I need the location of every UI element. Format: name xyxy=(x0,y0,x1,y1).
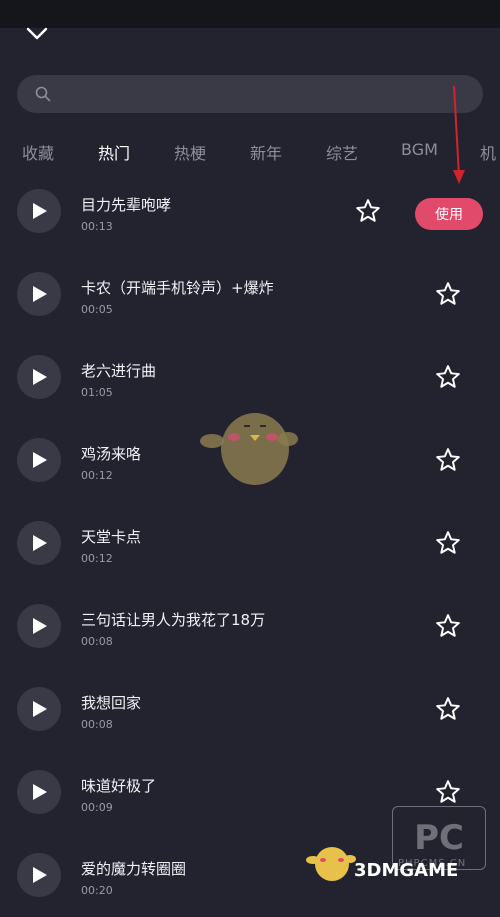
play-button[interactable] xyxy=(17,438,61,482)
tab-more[interactable]: 机 xyxy=(480,140,496,164)
use-button[interactable]: 使用 xyxy=(415,198,483,230)
star-icon[interactable] xyxy=(435,447,461,473)
play-icon xyxy=(33,452,47,468)
play-icon xyxy=(33,701,47,717)
chevron-down-icon xyxy=(26,27,48,40)
song-duration: 00:08 xyxy=(81,718,113,731)
star-icon[interactable] xyxy=(435,696,461,722)
song-title: 鸡汤来咯 xyxy=(81,445,142,463)
song-title: 三句话让男人为我花了18万 xyxy=(81,611,266,629)
song-duration: 00:13 xyxy=(81,220,113,233)
song-title: 卡农（开端手机铃声）+爆炸 xyxy=(81,279,274,297)
status-bar xyxy=(0,0,500,28)
song-duration: 00:09 xyxy=(81,801,113,814)
search-icon xyxy=(35,86,51,102)
tab-new-year[interactable]: 新年 xyxy=(250,140,282,164)
annotation-arrow xyxy=(453,85,465,184)
song-title: 目力先辈咆哮 xyxy=(81,196,172,214)
tab-favorites[interactable]: 收藏 xyxy=(22,140,54,164)
song-row[interactable]: 天堂卡点 00:12 xyxy=(0,502,500,585)
song-title: 老六进行曲 xyxy=(81,362,157,380)
song-row[interactable]: 卡农（开端手机铃声）+爆炸 00:05 xyxy=(0,253,500,336)
song-duration: 00:12 xyxy=(81,552,113,565)
song-row[interactable]: 我想回家 00:08 xyxy=(0,668,500,751)
song-duration: 00:05 xyxy=(81,303,113,316)
star-icon[interactable] xyxy=(435,364,461,390)
song-row[interactable]: 三句话让男人为我花了18万 00:08 xyxy=(0,585,500,668)
collapse-button[interactable] xyxy=(24,26,50,44)
play-icon xyxy=(33,203,47,219)
search-bar[interactable] xyxy=(17,75,483,115)
tab-bgm[interactable]: BGM xyxy=(401,140,438,159)
play-icon xyxy=(33,618,47,634)
play-icon xyxy=(33,867,47,883)
song-duration: 01:05 xyxy=(81,386,113,399)
song-title: 味道好极了 xyxy=(81,777,157,795)
play-button[interactable] xyxy=(17,189,61,233)
play-button[interactable] xyxy=(17,770,61,814)
play-button[interactable] xyxy=(17,604,61,648)
tab-hot[interactable]: 热门 xyxy=(98,140,130,164)
play-button[interactable] xyxy=(17,355,61,399)
song-duration: 00:20 xyxy=(81,884,113,897)
song-title: 天堂卡点 xyxy=(81,528,142,546)
3dm-mascot-icon xyxy=(306,847,356,881)
star-icon[interactable] xyxy=(355,198,381,224)
star-icon[interactable] xyxy=(435,613,461,639)
play-icon xyxy=(33,369,47,385)
song-duration: 00:12 xyxy=(81,469,113,482)
category-tabs: 收藏 热门 热梗 新年 综艺 BGM 机 xyxy=(0,130,500,170)
play-button[interactable] xyxy=(17,272,61,316)
song-title: 爱的魔力转圈圈 xyxy=(81,860,187,878)
star-icon[interactable] xyxy=(435,281,461,307)
play-button[interactable] xyxy=(17,853,61,897)
song-title: 我想回家 xyxy=(81,694,142,712)
3dm-watermark-text: 3DMGAME xyxy=(354,860,459,881)
tab-memes[interactable]: 热梗 xyxy=(174,140,206,164)
tab-variety[interactable]: 综艺 xyxy=(326,140,358,164)
star-icon[interactable] xyxy=(435,779,461,805)
play-icon xyxy=(33,286,47,302)
mascot-watermark-icon xyxy=(200,413,298,485)
play-button[interactable] xyxy=(17,687,61,731)
search-input[interactable] xyxy=(61,75,465,115)
song-duration: 00:08 xyxy=(81,635,113,648)
play-button[interactable] xyxy=(17,521,61,565)
play-icon xyxy=(33,535,47,551)
star-icon[interactable] xyxy=(435,530,461,556)
play-icon xyxy=(33,784,47,800)
